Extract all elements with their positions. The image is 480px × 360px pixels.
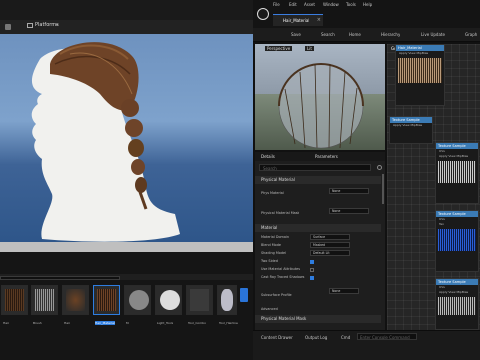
- asset-thumbnail-selected[interactable]: Hair_Material: [93, 285, 120, 325]
- texture-preview: [398, 58, 442, 83]
- cmd-button[interactable]: Cmd: [341, 335, 350, 340]
- two-sided-checkbox[interactable]: [310, 260, 314, 264]
- home-button[interactable]: Home: [349, 32, 361, 37]
- level-viewport[interactable]: Platforms ▾: [0, 0, 253, 252]
- menu-edit[interactable]: Edit: [289, 2, 297, 7]
- menu-window[interactable]: Window: [323, 2, 339, 7]
- prop-label: Two Sided: [261, 259, 278, 263]
- console-input[interactable]: Enter Console Command: [360, 335, 410, 340]
- prop-label: Subsurface Profile: [261, 293, 292, 297]
- asset-thumbnail[interactable]: Hair: [1, 285, 28, 325]
- output-log-button[interactable]: Output Log: [305, 335, 327, 340]
- editor-titlebar: File Edit Asset Window Tools Help Hair_M…: [253, 0, 480, 28]
- section-physical-material[interactable]: Physical Material: [255, 176, 381, 184]
- texture-preview: [438, 229, 476, 251]
- shading-model-combo[interactable]: Default Lit: [310, 250, 350, 256]
- subsurface-profile-combo[interactable]: None: [329, 288, 359, 294]
- content-drawer-button[interactable]: Content Drawer: [261, 335, 293, 340]
- tab-hair-material[interactable]: Hair_Material ×: [273, 14, 323, 26]
- prop-label: Shading Model: [261, 251, 287, 255]
- dropdown-icon[interactable]: [5, 24, 11, 30]
- texture-sample-node[interactable]: Texture Sample UVs Apply View MipBias: [435, 278, 479, 330]
- unreal-logo-icon: [257, 8, 269, 20]
- texture-sample-node[interactable]: Texture Sample UVs Apply View MipBias: [435, 142, 479, 204]
- status-bar: Content Drawer Output Log Cmd Enter Cons…: [253, 330, 480, 360]
- asset-thumbnail[interactable]: Hair: [62, 285, 89, 325]
- scrollbar[interactable]: [382, 174, 384, 204]
- asset-thumbnail[interactable]: Light_Tools: [155, 285, 182, 325]
- content-browser: [0, 270, 253, 360]
- search-input[interactable]: Search: [263, 166, 277, 171]
- asset-thumbnail[interactable]: Tool_Hairline: [217, 285, 238, 325]
- texture-sample-node[interactable]: Texture Sample UVs Tex: [435, 210, 479, 272]
- editor-toolbar: Save Search Home Hierarchy Live Update G…: [253, 28, 480, 42]
- asset-thumbnail[interactable]: [240, 288, 248, 302]
- prop-label: Phys Material: [261, 191, 284, 195]
- hierarchy-button[interactable]: Hierarchy: [381, 32, 400, 37]
- asset-thumbnail[interactable]: Brush: [31, 285, 58, 325]
- menu-tools[interactable]: Tools: [346, 2, 356, 7]
- live-update-button[interactable]: Live Update: [421, 32, 445, 37]
- prop-label: Physical Material Mask: [261, 211, 300, 215]
- section-material[interactable]: Material: [255, 224, 381, 232]
- hair-material-node[interactable]: Hair_Material Apply View MipBias: [395, 44, 445, 106]
- platforms-icon: [27, 23, 33, 28]
- tab-details[interactable]: Details: [261, 154, 275, 159]
- prop-label: Material Domain: [261, 235, 290, 239]
- section-advanced[interactable]: Advanced: [261, 306, 278, 313]
- pin: Apply View MipBias: [439, 290, 469, 294]
- settings-icon[interactable]: [377, 165, 382, 170]
- section-physical-mask[interactable]: Physical Material Mask: [255, 315, 381, 323]
- prop-label: Use Material Attributes: [261, 267, 301, 271]
- preview-viewport[interactable]: Perspective Lit: [255, 44, 385, 150]
- graph-toggle[interactable]: Graph: [465, 32, 477, 37]
- prop-label: Cast Ray Traced Shadows: [261, 275, 305, 279]
- material-graph[interactable]: Graph Hair_Material Apply View MipBias T…: [387, 44, 480, 330]
- pin: Apply View MipBias: [393, 123, 423, 127]
- pin: Apply View MipBias: [399, 51, 429, 55]
- pin: Tex: [439, 222, 444, 226]
- tab-parameters[interactable]: Parameters: [315, 154, 338, 159]
- search-button[interactable]: Search: [321, 32, 335, 37]
- prop-label: Blend Mode: [261, 243, 281, 247]
- phys-material-combo[interactable]: None: [329, 188, 369, 194]
- asset-thumbnail[interactable]: M: [124, 285, 151, 325]
- viewport-toolbar: Platforms ▾: [0, 0, 253, 34]
- cast-shadows-checkbox[interactable]: [310, 276, 314, 280]
- use-material-attributes-checkbox[interactable]: [310, 268, 314, 272]
- material-domain-combo[interactable]: Surface: [310, 234, 350, 240]
- texture-preview: [438, 297, 476, 315]
- head-model: [31, 42, 181, 242]
- chevron-down-icon: ▾: [56, 22, 59, 27]
- menu-asset[interactable]: Asset: [304, 2, 315, 7]
- menu-help[interactable]: Help: [363, 2, 372, 7]
- save-button[interactable]: Save: [291, 32, 301, 37]
- close-icon[interactable]: ×: [317, 17, 321, 23]
- blend-mode-combo[interactable]: Masked: [310, 242, 350, 248]
- texture-sample-node[interactable]: Texture Sample Apply View MipBias: [389, 116, 433, 144]
- physical-mask-combo[interactable]: None: [329, 208, 369, 214]
- menu-file[interactable]: File: [273, 2, 280, 7]
- hair-sphere-preview: [278, 63, 364, 149]
- tab-label: Hair_Material: [283, 18, 310, 23]
- texture-preview: [438, 161, 476, 183]
- pin: Apply View MipBias: [439, 154, 469, 158]
- details-panel: Details Parameters Search Physical Mater…: [255, 152, 385, 330]
- asset-thumbnail[interactable]: Tool_Combo: [186, 285, 213, 325]
